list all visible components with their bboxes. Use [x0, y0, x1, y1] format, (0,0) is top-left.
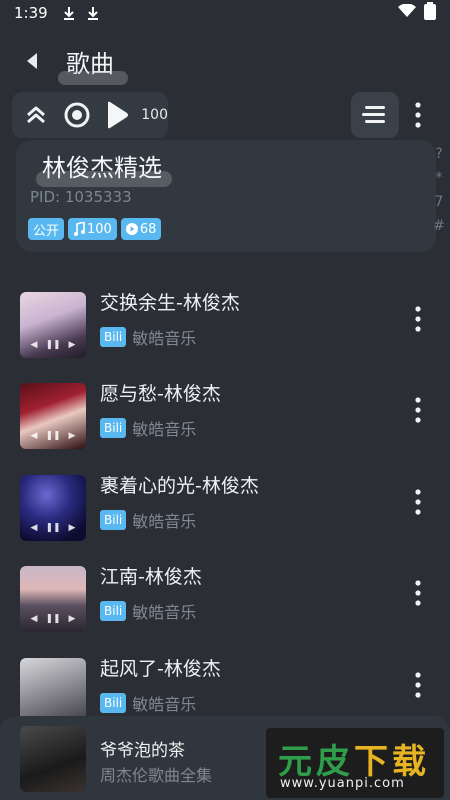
app-header: 歌曲	[0, 36, 450, 86]
source-badge: Bili	[100, 327, 127, 347]
battery-icon	[424, 2, 436, 24]
source-badge: Bili	[100, 510, 127, 530]
song-cover: ◀ ❚❚ ▶	[20, 566, 86, 632]
more-vertical-icon	[415, 397, 421, 423]
play-count-badge: 68	[120, 218, 162, 240]
song-item[interactable]: ◀ ❚❚ ▶ 交换余生-林俊杰 Bili 敏皓音乐	[0, 284, 450, 370]
song-artist: 敏皓音乐	[132, 420, 197, 439]
song-more-button[interactable]	[406, 668, 430, 702]
playlist-info-card: 林俊杰精选 PID: 1035333 公开 100 68	[16, 140, 436, 252]
page-title: 歌曲	[58, 44, 128, 85]
song-item[interactable]: ◀ ❚❚ ▶ 江南-林俊杰 Bili 敏皓音乐	[0, 558, 450, 644]
play-icon	[125, 223, 138, 235]
back-arrow-icon	[27, 53, 37, 69]
song-title: 江南-林俊杰	[100, 566, 202, 588]
play-count: 100	[141, 107, 168, 123]
song-more-button[interactable]	[406, 485, 430, 519]
download-icon	[62, 6, 76, 20]
index-letter[interactable]: *	[436, 170, 443, 186]
download-icon	[86, 6, 100, 20]
status-bar: 1:39	[0, 0, 450, 26]
song-more-button[interactable]	[406, 302, 430, 336]
song-more-button[interactable]	[406, 393, 430, 427]
index-bar[interactable]: ? * 7 #	[432, 146, 446, 234]
wifi-icon	[398, 3, 416, 22]
more-vertical-icon	[415, 672, 421, 698]
index-letter[interactable]: 7	[435, 194, 444, 210]
watermark-logo: 元皮下载 www.yuanpi.com	[266, 728, 444, 798]
source-badge: Bili	[100, 418, 127, 438]
more-vertical-icon	[415, 580, 421, 606]
playlist-tags: 公开 100 68	[28, 218, 162, 240]
song-more-button[interactable]	[406, 576, 430, 610]
now-playing-subtitle: 周杰伦歌曲全集	[100, 766, 213, 785]
song-cover: ◀ ❚❚ ▶	[20, 475, 86, 541]
collapse-button[interactable]	[22, 100, 50, 130]
double-chevron-up-icon	[27, 106, 46, 124]
source-badge: Bili	[100, 601, 127, 621]
song-title: 裹着心的光-林俊杰	[100, 475, 259, 497]
more-options-button[interactable]	[406, 98, 430, 132]
list-icon	[362, 106, 385, 123]
song-artist: 敏皓音乐	[132, 695, 197, 714]
more-vertical-icon	[415, 102, 421, 128]
play-all-button[interactable]	[103, 100, 131, 130]
playlist-pid: PID: 1035333	[30, 188, 132, 206]
more-vertical-icon	[415, 489, 421, 515]
music-note-icon	[74, 222, 86, 236]
song-title: 交换余生-林俊杰	[100, 292, 240, 314]
status-time: 1:39	[14, 4, 48, 22]
back-button[interactable]	[18, 46, 48, 76]
record-icon	[64, 102, 90, 128]
song-item[interactable]: ◀ ❚❚ ▶ 愿与愁-林俊杰 Bili 敏皓音乐	[0, 375, 450, 461]
song-artist: 敏皓音乐	[132, 329, 197, 348]
song-title: 起风了-林俊杰	[100, 658, 221, 680]
song-count-badge: 100	[68, 218, 117, 240]
play-icon	[108, 101, 129, 129]
source-badge: Bili	[100, 693, 127, 713]
visibility-badge: 公开	[28, 218, 65, 240]
song-artist: 敏皓音乐	[132, 512, 197, 531]
index-letter[interactable]: #	[433, 218, 445, 234]
now-playing-title: 爷爷泡的茶	[100, 741, 185, 761]
playlist-toolbar: 100	[12, 92, 168, 138]
list-menu-button[interactable]	[351, 92, 399, 138]
watermark-url: www.yuanpi.com	[280, 776, 405, 791]
song-item[interactable]: ◀ ❚❚ ▶ 裹着心的光-林俊杰 Bili 敏皓音乐	[0, 467, 450, 553]
playlist-name: 林俊杰精选	[36, 148, 172, 187]
locate-button[interactable]	[62, 100, 90, 130]
song-cover	[20, 658, 86, 724]
song-artist: 敏皓音乐	[132, 603, 197, 622]
now-playing-cover	[20, 726, 86, 792]
more-vertical-icon	[415, 306, 421, 332]
song-cover: ◀ ❚❚ ▶	[20, 383, 86, 449]
index-letter[interactable]: ?	[435, 146, 442, 162]
song-cover: ◀ ❚❚ ▶	[20, 292, 86, 358]
song-title: 愿与愁-林俊杰	[100, 383, 221, 405]
